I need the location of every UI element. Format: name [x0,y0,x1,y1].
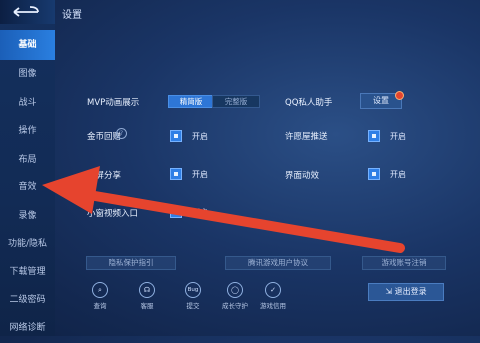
headset-icon: ☊ [139,282,155,298]
wish-push-checkbox[interactable] [368,130,380,142]
shield-icon: ✓ [265,282,281,298]
mini-video-checkbox[interactable] [170,206,182,218]
notification-badge [395,91,404,100]
back-button[interactable] [0,0,55,24]
query-button[interactable]: ⌕ 查询 [87,282,113,310]
screenshot-share-checkbox[interactable] [170,168,182,180]
logout-icon: ⇲ [385,287,395,296]
sidebar-item-network[interactable]: 网络诊断 [0,313,55,343]
sidebar-item-privacy[interactable]: 功能/隐私 [0,229,55,259]
ui-animation-label: 界面动效 [285,171,320,181]
wish-push-value: 开启 [390,132,406,141]
page-title: 设置 [62,10,82,21]
customer-service-button[interactable]: ☊ 客服 [134,282,160,310]
coin-rebate-checkbox[interactable] [170,130,182,142]
bug-icon: Bug [185,282,201,298]
qq-assistant-label: QQ私人助手 [285,98,333,108]
logout-button[interactable]: ⇲ 退出登录 [368,283,444,301]
customer-service-label: 客服 [140,302,154,310]
screenshot-share-label: 截屏分享 [87,171,122,181]
sidebar-item-downloads[interactable]: 下载管理 [0,257,55,287]
sidebar-item-password[interactable]: 二级密码 [0,285,55,315]
back-arrow-icon [13,6,39,17]
sidebar-item-controls[interactable]: 操作 [0,116,55,146]
mvp-option-full[interactable]: 完整版 [212,95,260,108]
ui-animation-value: 开启 [390,170,406,179]
screenshot-share-value: 开启 [192,170,208,179]
coin-rebate-value: 开启 [192,132,208,141]
bug-report-label: 提交 [186,302,200,310]
mvp-option-lite[interactable]: 精简版 [168,95,214,108]
wish-push-label: 许愿屋推送 [285,132,328,142]
growth-guard-label: 成长守护 [222,302,248,310]
sidebar-item-replay[interactable]: 录像 [0,201,55,231]
sidebar-item-combat[interactable]: 战斗 [0,88,55,118]
ui-animation-checkbox[interactable] [368,168,380,180]
account-deletion-link[interactable]: 游戏账号注销 [362,256,446,270]
help-icon[interactable]: ? [116,128,127,139]
sidebar-item-layout[interactable]: 布局 [0,145,55,175]
privacy-guide-link[interactable]: 隐私保护指引 [86,256,176,270]
growth-guard-button[interactable]: ◯ 成长守护 [218,282,252,310]
ring-icon: ◯ [227,282,243,298]
mini-video-label: 小窗视频入口 [87,209,139,219]
game-credit-button[interactable]: ✓ 游戏信用 [256,282,290,310]
bug-report-button[interactable]: Bug 提交 [180,282,206,310]
search-icon: ⌕ [92,282,108,298]
query-label: 查询 [93,302,107,310]
mvp-label: MVP动画展示 [87,98,140,108]
sidebar-item-graphics[interactable]: 图像 [0,59,55,89]
sidebar-item-sound[interactable]: 音效 [0,172,55,202]
sidebar-item-basic[interactable]: 基础 [0,30,55,60]
sidebar: 基础 图像 战斗 操作 布局 音效 录像 功能/隐私 下载管理 二级密码 网络诊… [0,0,55,336]
user-agreement-link[interactable]: 腾讯游戏用户协议 [225,256,331,270]
game-credit-label: 游戏信用 [260,302,286,310]
logout-label: 退出登录 [394,287,427,296]
mini-video-value: 开启 [192,208,208,217]
